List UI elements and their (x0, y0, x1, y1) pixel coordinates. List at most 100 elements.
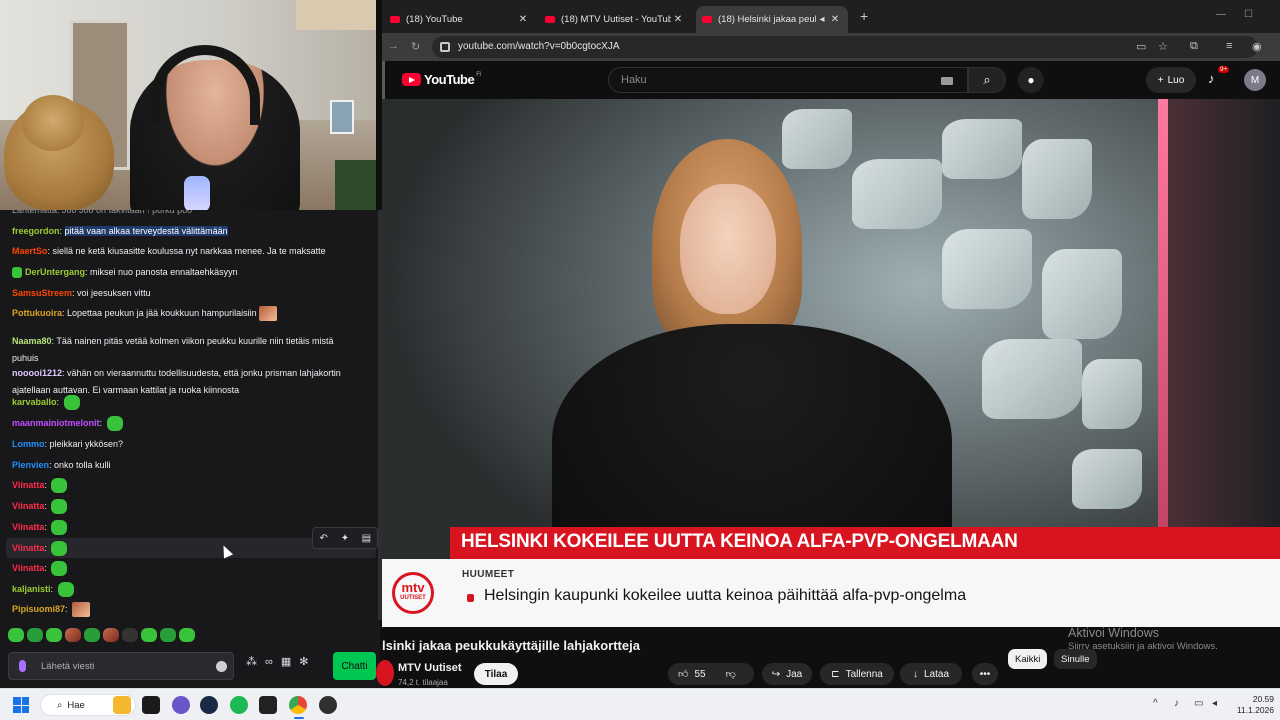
emote-icon[interactable] (65, 628, 81, 642)
chat-message[interactable]: Naama80: Tää nainen pitäs vetää kolmen v… (12, 333, 360, 367)
start-button[interactable] (13, 697, 29, 713)
chat-emote-icon[interactable] (51, 541, 68, 557)
share-button[interactable]: ↪ Jaa (762, 663, 812, 685)
emote-icon[interactable] (179, 628, 195, 642)
nvidia-icon[interactable] (259, 696, 277, 714)
chat-emote-icon[interactable] (51, 561, 68, 577)
chat-username[interactable]: maanmainiotmelonit (12, 418, 100, 428)
new-tab-button[interactable]: + (860, 8, 868, 24)
chat-emote-icon[interactable] (51, 520, 68, 536)
tray-overflow-icon[interactable]: ^ (1153, 698, 1158, 709)
emote-icon[interactable] (103, 628, 119, 642)
youtube-logo[interactable]: YouTube FI (402, 72, 481, 87)
chat-username[interactable]: DerUntergang (25, 267, 85, 277)
chat-emote-icon[interactable] (51, 478, 68, 494)
chat-username[interactable]: Viinatta (12, 563, 44, 573)
emote-icon[interactable] (141, 628, 157, 642)
browser-tab-active[interactable]: (18) Helsinki jakaa peukkuk ◂ ✕ (696, 6, 848, 33)
volume-icon[interactable]: ◂ (1212, 698, 1217, 709)
chat-emote-icon[interactable] (106, 416, 123, 432)
chat-message[interactable]: Viinatta: (12, 477, 360, 494)
chat-username[interactable]: Viinatta (12, 501, 44, 511)
like-icon[interactable]: 👍︎ (678, 668, 688, 680)
video-player[interactable]: HELSINKI KOKEILEE UUTTA KEINOA ALFA-PVP-… (382, 99, 1280, 627)
obs-icon[interactable] (319, 696, 337, 714)
url-field[interactable]: youtube.com/watch?v=0b0cgtocXJA (432, 36, 1258, 58)
delete-icon[interactable]: ▤ (356, 533, 376, 544)
media-icon[interactable]: ≡ (1226, 40, 1232, 52)
browser-tab[interactable]: (18) YouTube ✕ (384, 6, 536, 33)
channel-avatar[interactable] (376, 660, 394, 686)
spotify-icon[interactable] (230, 696, 248, 714)
capcut-icon[interactable] (142, 696, 160, 714)
chat-input[interactable]: Lähetä viesti (8, 652, 234, 680)
emote-icon[interactable] (27, 628, 43, 642)
chat-username[interactable]: MaertSo (12, 246, 48, 256)
file-explorer-icon[interactable] (113, 696, 131, 714)
maximize-icon[interactable]: ☐ (1244, 9, 1253, 20)
avatar[interactable]: M (1244, 69, 1266, 91)
bits-icon[interactable]: ⁂ (246, 655, 257, 668)
emote-icon[interactable] (46, 628, 62, 642)
bookmark-star-icon[interactable]: ☆ (1158, 40, 1168, 53)
chat-message[interactable]: Lommo: pleikkari ykkösen? (12, 436, 360, 453)
chat-message[interactable]: maanmainiotmelonit: (12, 415, 360, 432)
chat-username[interactable]: SamsuStreem (12, 288, 72, 298)
speaker-icon[interactable]: ◂ (816, 14, 828, 25)
store-icon[interactable]: ▦ (281, 655, 291, 668)
emoji-icon[interactable] (216, 661, 227, 672)
minimize-icon[interactable]: — (1216, 9, 1226, 20)
chrome-icon[interactable] (289, 696, 307, 714)
chat-message[interactable]: Viinatta: (12, 498, 360, 515)
like-count[interactable]: 55 (694, 669, 705, 680)
create-button[interactable]: + Luo (1146, 67, 1196, 93)
chat-username[interactable]: karvaballo (12, 397, 57, 407)
chat-message[interactable]: Viinatta: (12, 560, 360, 577)
chat-emote-icon[interactable] (258, 306, 277, 322)
chip-all[interactable]: Kaikki (1008, 649, 1048, 669)
chat-username[interactable]: freegordon (12, 226, 60, 236)
chat-message[interactable]: Viinatta: (12, 519, 360, 536)
chat-message[interactable]: Pottukuoira: Lopettaa peukun ja jää kouk… (12, 305, 360, 322)
search-input[interactable]: Haku (608, 67, 968, 93)
notifications-button[interactable]: ♪ 9+ (1208, 66, 1230, 86)
keyboard-icon[interactable] (941, 77, 953, 85)
close-icon[interactable]: ✕ (516, 14, 530, 25)
close-icon[interactable]: ✕ (828, 14, 842, 25)
chat-username[interactable]: nooooi1212 (12, 368, 62, 378)
emote-icon[interactable] (84, 628, 100, 642)
chat-message[interactable]: MaertSo: siellä ne ketä kiusasitte koulu… (12, 243, 360, 260)
chat-emote-icon[interactable] (63, 395, 80, 411)
chat-username[interactable]: Pipisuomi87 (12, 604, 65, 614)
discord-icon[interactable] (172, 696, 190, 714)
steam-icon[interactable] (200, 696, 218, 714)
subscribe-button[interactable]: Tilaa (474, 663, 518, 685)
save-button[interactable]: ⊏ Tallenna (820, 663, 894, 685)
chat-emote-icon[interactable] (51, 499, 68, 515)
chat-username[interactable]: Naama80 (12, 336, 52, 346)
chat-username[interactable]: Lommo (12, 439, 45, 449)
more-actions-button[interactable]: ••• (972, 663, 998, 685)
chat-message[interactable]: SamsuStreem: voi jeesuksen vittu (12, 285, 360, 302)
emote-icon[interactable] (122, 628, 138, 642)
chat-message-list[interactable]: Lähtemättä: Joo Joo on takvitaan ! porku… (0, 210, 380, 620)
channel-name[interactable]: MTV Uutiset (398, 662, 462, 674)
chat-username[interactable]: Pottukuoira (12, 308, 62, 318)
profile-icon[interactable]: ◉ (1252, 40, 1262, 53)
chat-message[interactable]: DerUntergang: miksei nuo panosta ennalta… (12, 264, 360, 281)
chat-username[interactable]: Pienvien (12, 460, 49, 470)
voice-search-button[interactable]: ● (1018, 67, 1044, 93)
chat-username[interactable]: Viinatta (12, 522, 44, 532)
chat-username[interactable]: kaljanisti (12, 584, 51, 594)
chat-message[interactable]: Pipisuomi87: (12, 601, 360, 618)
infinity-icon[interactable]: ∞ (265, 656, 273, 668)
chat-username[interactable]: Viinatta (12, 543, 44, 553)
dislike-icon[interactable]: 👎︎ (726, 668, 736, 680)
chip-for-you[interactable]: Sinulle (1054, 649, 1097, 669)
chat-emote-icon[interactable] (72, 602, 91, 618)
pin-icon[interactable]: ✦ (335, 533, 355, 544)
microphone-icon[interactable]: ♪ (1174, 698, 1179, 709)
system-clock[interactable]: 20.59 11.1.2026 (1232, 694, 1274, 716)
emote-icon[interactable] (160, 628, 176, 642)
close-icon[interactable]: ✕ (671, 14, 685, 25)
